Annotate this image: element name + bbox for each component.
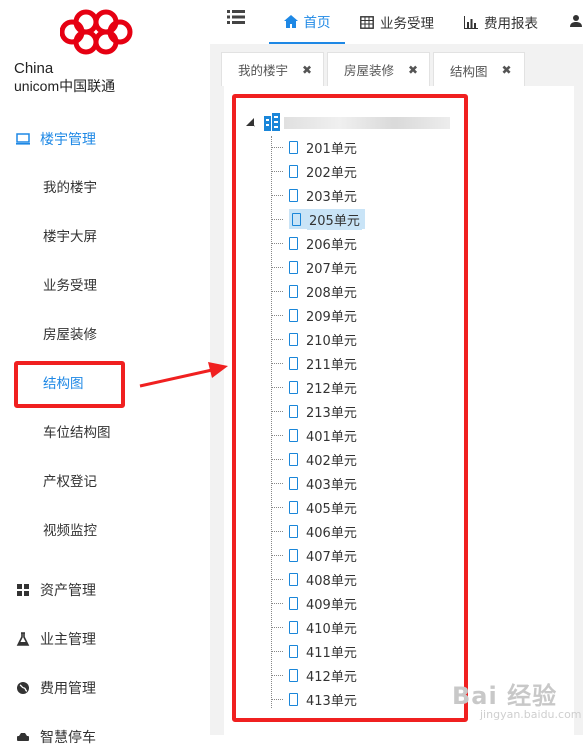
sidebar-group-owners[interactable]: 业主管理 <box>0 624 210 654</box>
topnav-business[interactable]: 业务受理 <box>360 0 434 44</box>
brand-line1: China <box>14 60 54 77</box>
brand-line2: unicom中国联通 <box>14 78 116 94</box>
sidebar-highlight-box <box>14 361 125 408</box>
close-icon[interactable]: ✖ <box>302 63 312 77</box>
tab-label: 我的楼宇 <box>238 63 289 78</box>
sidebar-item-building-screen[interactable]: 楼宇大屏 <box>43 225 97 249</box>
topnav-label: 业务受理 <box>380 16 434 32</box>
sidebar-group-building[interactable]: 楼宇管理 <box>0 124 210 154</box>
tab-renovation[interactable]: 房屋装修 ✖ <box>327 52 430 86</box>
sidebar-group-label: 资产管理 <box>40 583 96 599</box>
sidebar-item-property-register[interactable]: 产权登记 <box>43 470 97 494</box>
sidebar-group-assets[interactable]: 资产管理 <box>0 575 210 605</box>
flask-icon <box>16 632 30 646</box>
tree-highlight-box <box>232 94 468 722</box>
sidebar-item-parking-structure[interactable]: 车位结构图 <box>43 421 111 445</box>
topnav-label: 费用报表 <box>484 16 538 32</box>
close-icon[interactable]: ✖ <box>502 63 512 77</box>
top-navbar: 首页 业务受理 费用报表 <box>210 0 583 44</box>
unicom-knot-icon <box>60 9 133 55</box>
sidebar-item-video[interactable]: 视频监控 <box>43 519 97 543</box>
sidebar-group-fees[interactable]: 费用管理 <box>0 673 210 703</box>
grid-icon <box>16 583 30 597</box>
tabs-bar: 我的楼宇 ✖ 房屋装修 ✖ 结构图 ✖ <box>210 44 583 87</box>
menu-toggle-icon[interactable] <box>227 10 245 24</box>
topnav-label: 首页 <box>303 15 331 31</box>
baidu-watermark: Bai 经验 <box>452 682 558 710</box>
tab-my-buildings[interactable]: 我的楼宇 ✖ <box>221 52 324 86</box>
china-unicom-logo: China unicom中国联通 <box>12 8 202 94</box>
topnav-fee-report[interactable]: 费用报表 <box>464 0 538 44</box>
tab-label: 结构图 <box>450 63 488 79</box>
sidebar-item-business[interactable]: 业务受理 <box>43 274 97 298</box>
globe-icon <box>16 681 30 695</box>
monitor-icon <box>16 132 30 146</box>
red-arrow-annotation <box>139 362 228 388</box>
sidebar-group-label: 业主管理 <box>40 632 96 648</box>
close-icon[interactable]: ✖ <box>408 63 418 77</box>
topnav-home[interactable]: 首页 <box>269 0 345 44</box>
baidu-watermark-url: jingyan.baidu.com <box>480 708 582 721</box>
car-icon <box>16 730 30 744</box>
sidebar-group-parking[interactable]: 智慧停车 <box>0 722 210 752</box>
home-icon <box>283 14 298 28</box>
sidebar-group-label: 楼宇管理 <box>40 132 96 148</box>
table-icon <box>360 15 374 29</box>
sidebar-item-my-buildings[interactable]: 我的楼宇 <box>43 176 97 200</box>
users-icon[interactable] <box>570 14 583 32</box>
sidebar-group-label: 费用管理 <box>40 681 96 697</box>
tab-label: 房屋装修 <box>344 63 395 78</box>
sidebar-group-label: 智慧停车 <box>40 730 96 746</box>
bar-chart-icon <box>464 15 478 29</box>
sidebar-item-renovation[interactable]: 房屋装修 <box>43 323 97 347</box>
tab-structure[interactable]: 结构图 ✖ <box>433 52 525 87</box>
